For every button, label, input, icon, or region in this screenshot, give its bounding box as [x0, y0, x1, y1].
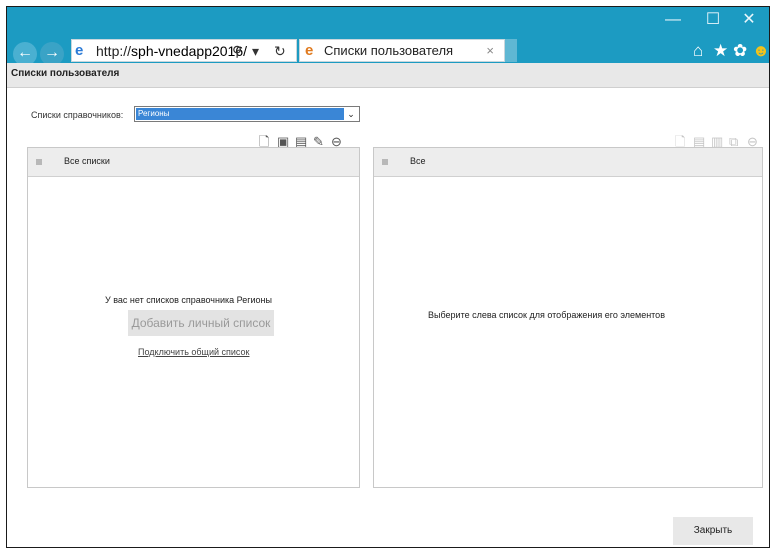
url-host: sph-vnedapp2016/ [131, 43, 248, 59]
browser-titlebar: — ☐ ✕ ← → e http://sph-vnedapp2016/ ⚲ ▾ … [7, 7, 769, 66]
select-all-checkbox[interactable] [36, 159, 42, 165]
close-tab-icon[interactable]: × [486, 42, 494, 60]
home-icon[interactable]: ⌂ [693, 40, 703, 62]
select-list-message: Выберите слева список для отображения ег… [428, 310, 665, 320]
chevron-down-icon[interactable]: ⌄ [344, 107, 358, 121]
settings-gear-icon[interactable]: ✿ [733, 40, 747, 62]
maximize-button[interactable]: ☐ [695, 9, 731, 31]
directory-selected-value: Регионы [136, 108, 344, 120]
address-url[interactable]: http://sph-vnedapp2016/ [96, 42, 247, 60]
browser-window: — ☐ ✕ ← → e http://sph-vnedapp2016/ ⚲ ▾ … [6, 6, 770, 548]
favorites-star-icon[interactable]: ★ [713, 40, 728, 62]
directory-label: Списки справочников: [31, 110, 124, 120]
url-scheme: http:// [96, 43, 132, 59]
add-personal-list-button[interactable]: Добавить личный список [128, 310, 274, 336]
select-all-checkbox[interactable] [382, 159, 388, 165]
no-lists-message: У вас нет списков справочника Регионы [105, 295, 272, 305]
close-window-button[interactable]: ✕ [731, 9, 767, 31]
connect-shared-list-link[interactable]: Подключить общий список [138, 347, 249, 357]
elements-panel-title: Все [410, 156, 426, 166]
address-bar[interactable]: e http://sph-vnedapp2016/ ⚲ ▾ ↻ [71, 39, 297, 62]
minimize-button[interactable]: — [655, 9, 691, 31]
refresh-icon[interactable]: ↻ [274, 41, 286, 61]
browser-tab[interactable]: e Списки пользователя × [299, 39, 505, 62]
lists-panel-title: Все списки [64, 156, 110, 166]
lists-panel-header: Все списки [28, 148, 359, 177]
smiley-feedback-icon[interactable]: ☻ [752, 40, 769, 62]
search-icon[interactable]: ⚲ [232, 41, 242, 61]
ie-logo-icon: e [75, 42, 84, 59]
page-title: Списки пользователя [11, 68, 120, 79]
new-tab-button[interactable] [505, 39, 517, 62]
tab-title: Списки пользователя [324, 43, 454, 58]
elements-panel-header: Все [374, 148, 762, 177]
chevron-down-icon[interactable]: ▾ [252, 41, 259, 61]
directory-select[interactable]: Регионы ⌄ [134, 106, 360, 122]
ie-tab-icon: e [305, 42, 314, 59]
page-header: Списки пользователя [7, 63, 769, 88]
close-button[interactable]: Закрыть [673, 517, 753, 545]
